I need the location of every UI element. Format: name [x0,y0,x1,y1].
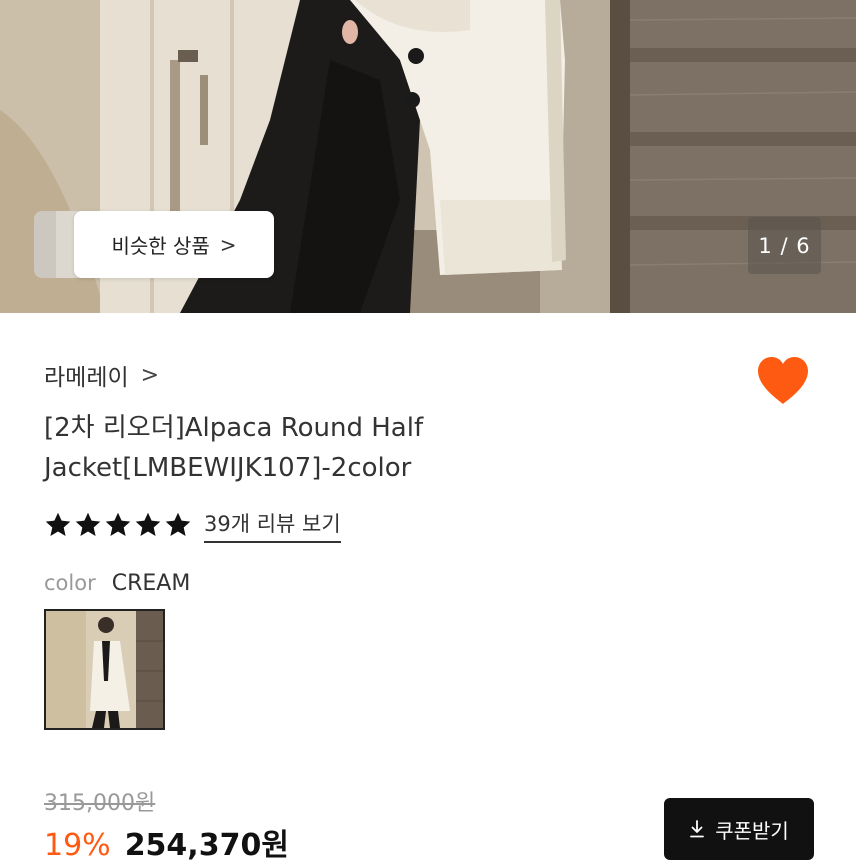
brand-link[interactable]: 라메레이 > [44,355,159,395]
rating-row: 39개 리뷰 보기 [44,505,341,545]
coupon-label: 쿠폰받기 [715,818,789,843]
heart-icon [758,357,808,404]
color-label: color [44,571,96,595]
star-icon [75,512,101,536]
chevron-right-icon: > [219,232,237,257]
original-price: 315,000원 [44,791,156,816]
similar-products-label: 비슷한 상품 [111,234,210,258]
wishlist-button[interactable] [756,356,810,406]
color-value: CREAM [111,570,191,596]
download-icon [690,820,705,838]
star-icon [105,512,131,536]
product-image-gallery[interactable]: 비슷한 상품 > 1 / 6 [0,0,856,313]
sale-price: 254,370원 [124,828,289,863]
similar-products-button[interactable]: 비슷한 상품 > [34,211,274,278]
color-swatch-cream[interactable] [44,609,165,730]
review-link[interactable]: 39개 리뷰 보기 [204,508,341,543]
rating-stars [44,511,192,539]
brand-name: 라메레이 [44,365,129,391]
star-icon [45,512,71,536]
price-row: 19% 254,370원 [44,820,289,864]
product-title: [2차 리오더]Alpaca Round Half Jacket[LMBEWIJ… [44,408,564,488]
discount-rate: 19% [44,828,111,863]
chevron-right-icon: > [140,362,160,388]
product-title-line2: Jacket[LMBEWIJK107]-2color [44,453,412,483]
product-title-line1: [2차 리오더]Alpaca Round Half [44,413,424,443]
similar-products-pill[interactable]: 비슷한 상품 > [74,211,274,278]
star-icon [165,512,191,536]
coupon-download-button[interactable]: 쿠폰받기 [664,798,814,860]
swatch-photo [46,611,163,728]
star-icon [135,512,161,536]
color-option-row: color CREAM [44,566,190,600]
image-counter: 1 / 6 [748,217,821,274]
